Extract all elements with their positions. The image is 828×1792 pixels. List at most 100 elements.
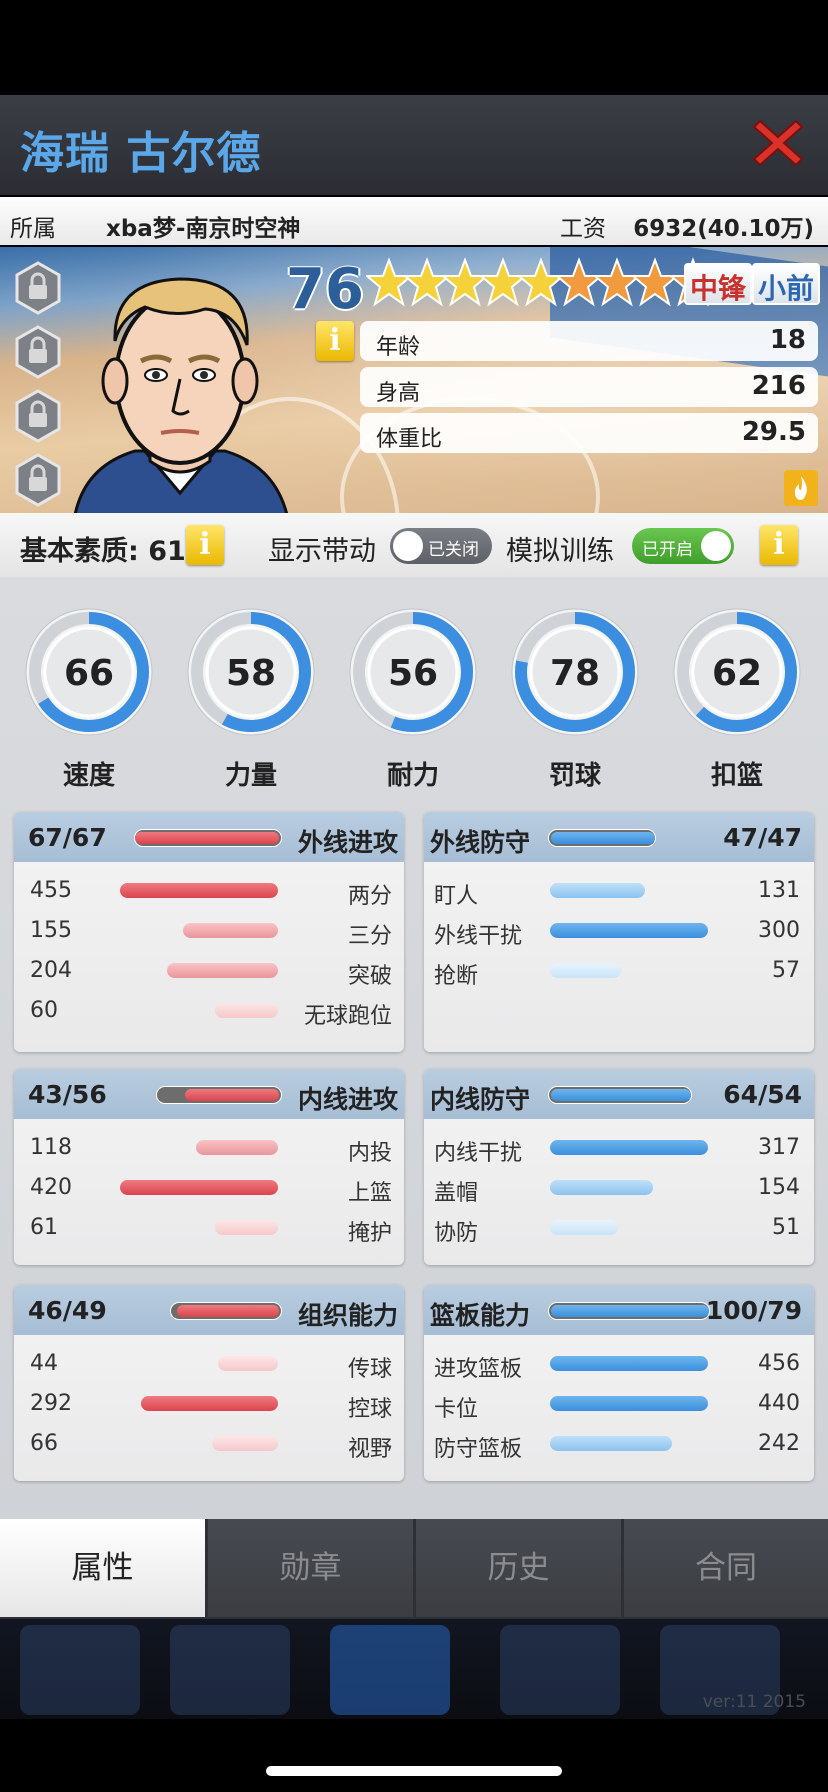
attribute-value: 456 <box>758 1351 800 1376</box>
attribute-label: 突破 <box>347 964 392 989</box>
attribute-value: 154 <box>758 1175 800 1200</box>
ring-value: 56 <box>388 653 438 694</box>
basketball-menu-icon <box>330 1625 450 1715</box>
attribute-bar <box>215 1220 278 1235</box>
ring-value: 62 <box>712 653 762 694</box>
attribute-label: 掩护 <box>347 1221 392 1246</box>
close-icon[interactable] <box>750 115 806 171</box>
tab-medals[interactable]: 勋章 <box>208 1519 413 1617</box>
player-avatar <box>73 277 288 513</box>
attribute-ring: 66 <box>24 607 154 737</box>
attribute-bar <box>218 1356 278 1371</box>
team-name: xba梦-南京时空神 <box>106 216 301 242</box>
attribute-ring: 58 <box>186 607 316 737</box>
attribute-bar <box>212 1436 278 1451</box>
card-title: 内线防守 <box>430 1085 531 1114</box>
attribute-label: 控球 <box>347 1397 392 1422</box>
attribute-bar <box>120 1180 278 1195</box>
attribute-value: 57 <box>772 958 800 983</box>
attribute-bar <box>167 963 278 978</box>
stat-row-height: 身高 216 <box>360 367 818 407</box>
ring-value: 78 <box>550 653 600 694</box>
attribute-label: 外线干扰 <box>434 924 523 949</box>
attribute-ring: 78 <box>510 607 640 737</box>
attribute-row: 317 内线干扰 <box>424 1129 814 1166</box>
info-icon[interactable]: i <box>760 525 798 565</box>
attribute-bar <box>550 1356 708 1371</box>
card-header-bar <box>156 1086 282 1104</box>
attribute-row: 204 突破 <box>14 952 404 989</box>
card-title: 组织能力 <box>297 1301 398 1330</box>
attribute-ring: 56 <box>348 607 478 737</box>
salary-label: 工资 <box>560 216 606 242</box>
attribute-row: 420 上篮 <box>14 1169 404 1206</box>
attribute-bar <box>120 883 278 898</box>
attribute-value: 204 <box>30 958 72 983</box>
attribute-value: 155 <box>30 918 72 943</box>
attribute-label: 两分 <box>347 884 392 909</box>
attribute-bar <box>550 1220 618 1235</box>
card-header-bar-fill <box>135 832 279 844</box>
attribute-card: 43/56 内线进攻 118 内投 420 上篮 61 掩护 <box>14 1069 404 1265</box>
attribute-bar <box>550 883 645 898</box>
salary-value: 6932(40.10万) <box>633 216 814 242</box>
card-header: 64/54 内线防守 <box>424 1069 814 1119</box>
card-header-bar-fill <box>177 1305 279 1317</box>
stat-value: 18 <box>769 325 806 355</box>
attribute-value: 66 <box>30 1431 58 1456</box>
bottom-tabs: 属性 勋章 历史 合同 <box>0 1519 828 1619</box>
info-icon[interactable]: i <box>316 321 354 361</box>
stat-row-weight-ratio: 体重比 29.5 <box>360 413 818 453</box>
base-quality: 基本素质: 61 <box>20 536 186 567</box>
ring-value: 58 <box>226 653 276 694</box>
attribute-row: 292 控球 <box>14 1385 404 1422</box>
card-score: 47/47 <box>723 823 802 852</box>
card-score: 64/54 <box>723 1080 802 1109</box>
card-title: 篮板能力 <box>430 1301 531 1330</box>
attribute-value: 60 <box>30 998 58 1023</box>
card-header: 67/67 外线进攻 <box>14 812 404 862</box>
toggle-state: 已开启 <box>642 540 693 560</box>
attribute-label: 内投 <box>347 1141 392 1166</box>
card-header-bar <box>548 1302 710 1320</box>
card-header: 46/49 组织能力 <box>14 1285 404 1335</box>
ring-label: 扣篮 <box>710 761 763 791</box>
attribute-row: 242 防守篮板 <box>424 1425 814 1462</box>
attribute-row: 440 卡位 <box>424 1385 814 1422</box>
star-rating <box>366 257 716 315</box>
attribute-row: 60 无球跑位 <box>14 992 404 1029</box>
attribute-row: 456 进攻篮板 <box>424 1345 814 1382</box>
card-title: 外线防守 <box>430 828 531 857</box>
card-header-bar <box>134 829 282 847</box>
attribute-bar <box>550 1180 653 1195</box>
attribute-value: 118 <box>30 1135 72 1160</box>
card-header-bar <box>548 829 656 847</box>
tab-contract[interactable]: 合同 <box>624 1519 828 1617</box>
card-title: 外线进攻 <box>297 828 398 857</box>
card-header-bar <box>548 1086 692 1104</box>
card-score: 100/79 <box>705 1296 802 1325</box>
tab-history[interactable]: 历史 <box>416 1519 621 1617</box>
attribute-bar <box>196 1140 278 1155</box>
card-header: 43/56 内线进攻 <box>14 1069 404 1119</box>
home-indicator[interactable] <box>266 1766 562 1776</box>
tab-attributes[interactable]: 属性 <box>0 1519 205 1617</box>
attribute-value: 131 <box>758 878 800 903</box>
train-toggle[interactable]: 已开启 <box>632 528 734 564</box>
attribute-bar <box>550 1140 708 1155</box>
ring-label: 速度 <box>62 761 115 791</box>
card-title: 内线进攻 <box>297 1085 398 1114</box>
info-icon[interactable]: i <box>186 525 224 565</box>
attribute-label: 协防 <box>434 1221 479 1246</box>
show-toggle[interactable]: 已关闭 <box>390 528 492 564</box>
attribute-card: 64/54 内线防守 317 内线干扰 154 盖帽 51 协防 <box>424 1069 814 1265</box>
attribute-ring: 62 <box>672 607 802 737</box>
fire-icon[interactable] <box>784 470 818 506</box>
overall-rating: 76 <box>286 257 364 322</box>
card-header-bar-fill <box>551 1089 691 1101</box>
attribute-row: 66 视野 <box>14 1425 404 1462</box>
attribute-value: 61 <box>30 1215 58 1240</box>
card-header-bar-fill <box>551 832 655 844</box>
card-score: 43/56 <box>28 1080 107 1109</box>
attribute-value: 420 <box>30 1175 72 1200</box>
